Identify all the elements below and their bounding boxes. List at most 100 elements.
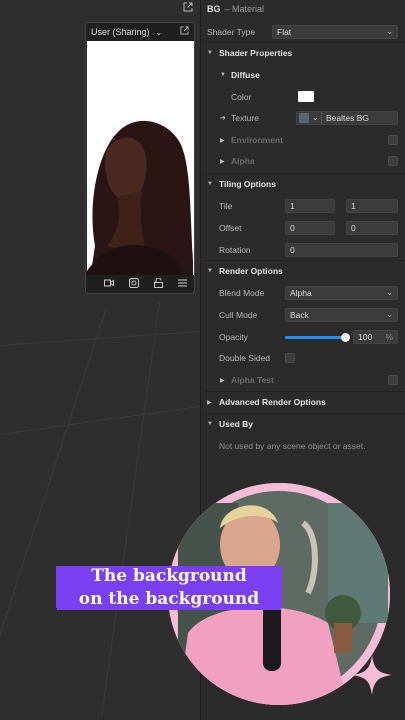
grid-line <box>0 406 200 435</box>
texture-label: Texture <box>231 113 259 123</box>
shader-type-value: Flat <box>277 27 292 37</box>
rotation-label: Rotation <box>219 245 251 255</box>
caret-right-icon: ▶ <box>220 137 225 144</box>
external-link-icon[interactable] <box>182 2 194 14</box>
tile-label: Tile <box>219 201 233 211</box>
section-title: Tiling Options <box>219 179 276 189</box>
divider <box>200 173 405 174</box>
blend-mode-dropdown[interactable]: Alpha ⌄ <box>285 286 398 300</box>
section-title: Environment <box>231 135 283 145</box>
tile-y-input[interactable]: 1 <box>346 199 398 213</box>
section-title: Used By <box>219 419 254 429</box>
opacity-label: Opacity <box>219 332 248 342</box>
opacity-input[interactable]: 100 % <box>353 330 398 344</box>
section-render-options[interactable]: ▼ Render Options <box>201 261 405 281</box>
chevron-down-icon: ⌄ <box>386 310 393 319</box>
opacity-row: Opacity 100 % <box>201 327 405 347</box>
camera-mode-dropdown[interactable]: User (Sharing) ⌄ <box>86 23 194 41</box>
section-title: Shader Properties <box>219 48 293 58</box>
section-alpha[interactable]: ▶ Alpha <box>201 151 405 171</box>
opacity-unit: % <box>385 332 393 342</box>
inspector-title: BG – Material <box>201 0 405 18</box>
shader-type-label: Shader Type <box>207 27 256 37</box>
divider <box>200 42 405 43</box>
sparkle-icon <box>352 655 392 695</box>
double-sided-label: Double Sided <box>219 353 271 363</box>
camera-preview-image <box>87 41 194 293</box>
section-title: Render Options <box>219 266 283 276</box>
caret-down-icon: ▼ <box>220 72 226 78</box>
caret-right-icon: ▶ <box>207 399 212 406</box>
divider <box>200 391 405 392</box>
caret-down-icon: ▼ <box>207 50 213 56</box>
tile-row: Tile 1 1 <box>201 196 405 216</box>
color-label: Color <box>231 92 252 102</box>
section-used-by[interactable]: ▼ Used By <box>201 414 405 434</box>
texture-thumbnail <box>299 113 309 123</box>
screenshot-icon[interactable] <box>128 277 139 291</box>
external-link-icon[interactable] <box>180 26 189 38</box>
section-tiling-options[interactable]: ▼ Tiling Options <box>201 174 405 194</box>
grid-line <box>0 331 200 346</box>
camera-mode-label: User (Sharing) <box>91 27 150 37</box>
texture-value: Bealtes BG <box>326 113 369 123</box>
opacity-slider-fill <box>285 336 345 339</box>
caret-right-icon: ▶ <box>220 377 225 384</box>
grid-line <box>0 310 106 710</box>
section-diffuse[interactable]: ▼ Diffuse <box>201 65 405 85</box>
cull-mode-value: Back <box>290 310 309 320</box>
color-swatch[interactable] <box>298 91 314 102</box>
caret-right-icon: ➔ <box>220 115 226 122</box>
tile-x-input[interactable]: 1 <box>285 199 335 213</box>
caret-down-icon: ▼ <box>207 181 213 187</box>
section-title: Diffuse <box>231 70 260 80</box>
section-title: Advanced Render Options <box>219 397 326 407</box>
opacity-slider-handle[interactable] <box>340 333 350 342</box>
divider <box>321 112 322 124</box>
section-title: Alpha <box>231 156 255 166</box>
unlock-icon[interactable] <box>153 277 163 291</box>
used-by-text: Not used by any scene object or asset. <box>219 441 366 451</box>
rotation-row: Rotation 0 <box>201 240 405 260</box>
diffuse-texture-row: ➔ Texture ⌄ Bealtes BG <box>201 108 405 128</box>
offset-label: Offset <box>219 223 242 233</box>
texture-picker[interactable]: ⌄ Bealtes BG <box>296 111 398 125</box>
camera-toolbar <box>86 275 194 293</box>
diffuse-color-row: Color <box>201 87 405 107</box>
caret-right-icon: ▶ <box>220 158 225 165</box>
video-icon[interactable] <box>103 279 114 290</box>
caption-line-2: on the background <box>57 589 281 610</box>
blend-mode-label: Blend Mode <box>219 288 265 298</box>
opacity-slider-track[interactable] <box>285 333 350 342</box>
menu-icon[interactable] <box>177 279 187 290</box>
section-shader-properties[interactable]: ▼ Shader Properties <box>201 43 405 63</box>
offset-y-input[interactable]: 0 <box>346 221 398 235</box>
alpha-checkbox[interactable] <box>388 156 398 166</box>
double-sided-checkbox[interactable] <box>285 353 295 363</box>
offset-x-input[interactable]: 0 <box>285 221 335 235</box>
divider <box>200 260 405 261</box>
camera-preview-panel: User (Sharing) ⌄ <box>85 22 195 294</box>
section-alpha-test[interactable]: ▶ Alpha Test <box>201 370 405 390</box>
section-title: Alpha Test <box>231 375 274 385</box>
section-environment[interactable]: ▶ Environment <box>201 130 405 150</box>
environment-checkbox[interactable] <box>388 135 398 145</box>
grid-line <box>100 301 161 719</box>
shader-type-dropdown[interactable]: Flat ⌄ <box>272 25 398 39</box>
rotation-input[interactable]: 0 <box>285 243 398 257</box>
offset-row: Offset 0 0 <box>201 218 405 238</box>
caret-down-icon: ▼ <box>207 421 213 427</box>
divider <box>200 413 405 414</box>
chevron-down-icon: ⌄ <box>386 288 393 297</box>
chevron-down-icon: ⌄ <box>155 27 163 37</box>
object-name: BG <box>207 4 221 14</box>
chevron-down-icon: ⌄ <box>312 113 319 122</box>
section-advanced-render-options[interactable]: ▶ Advanced Render Options <box>201 392 405 412</box>
shader-type-row: Shader Type Flat ⌄ <box>201 22 405 42</box>
used-by-row: Not used by any scene object or asset. <box>201 436 405 456</box>
cull-mode-dropdown[interactable]: Back ⌄ <box>285 308 398 322</box>
blend-mode-row: Blend Mode Alpha ⌄ <box>201 283 405 303</box>
alpha-test-checkbox[interactable] <box>388 375 398 385</box>
blend-mode-value: Alpha <box>290 288 312 298</box>
object-type: – Material <box>224 4 265 14</box>
